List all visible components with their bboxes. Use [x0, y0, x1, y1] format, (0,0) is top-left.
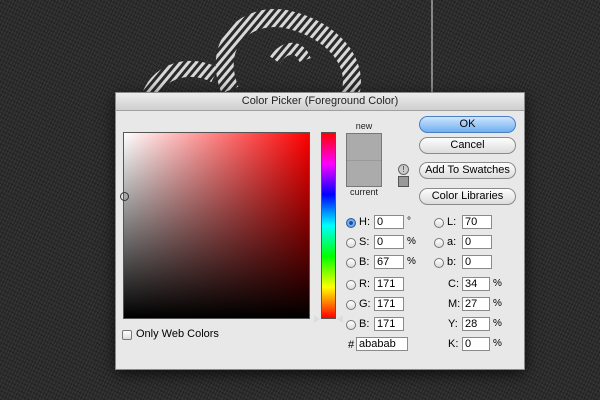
hue-field[interactable]: [374, 215, 404, 229]
current-swatch-label: current: [349, 187, 378, 197]
color-field-marker[interactable]: [120, 192, 129, 201]
magenta-label: M:: [448, 298, 461, 310]
green-radio[interactable]: [346, 300, 356, 310]
lab-b-field[interactable]: [462, 255, 492, 269]
black-field[interactable]: [462, 337, 490, 351]
color-picker-dialog: Color Picker (Foreground Color) new curr…: [115, 92, 525, 370]
saturation-radio[interactable]: [346, 238, 356, 248]
brightness-field[interactable]: [374, 255, 404, 269]
black-unit: %: [493, 338, 502, 349]
gamut-warning-icon[interactable]: !: [398, 164, 409, 175]
green-field[interactable]: [374, 297, 404, 311]
only-web-colors-checkbox[interactable]: [122, 330, 132, 340]
new-color-swatch: [347, 134, 381, 160]
red-label: R:: [359, 278, 370, 290]
lab-a-radio[interactable]: [434, 238, 444, 248]
color-field[interactable]: [120, 132, 310, 319]
cyan-field[interactable]: [462, 277, 490, 291]
saturation-label: S:: [359, 236, 370, 248]
hex-field[interactable]: [356, 337, 408, 351]
brightness-label: B:: [359, 256, 370, 268]
yellow-label: Y:: [448, 318, 458, 330]
black-label: K:: [448, 338, 459, 350]
brightness-radio[interactable]: [346, 258, 356, 268]
green-label: G:: [359, 298, 371, 310]
yellow-field[interactable]: [462, 317, 490, 331]
cyan-unit: %: [493, 278, 502, 289]
dialog-title: Color Picker (Foreground Color): [116, 93, 524, 111]
web-safe-cube-icon[interactable]: [398, 176, 409, 187]
lab-l-label: L:: [447, 216, 457, 228]
saturation-field[interactable]: [374, 235, 404, 249]
lab-a-field[interactable]: [462, 235, 492, 249]
red-field[interactable]: [374, 277, 404, 291]
magenta-unit: %: [493, 298, 502, 309]
lab-l-field[interactable]: [462, 215, 492, 229]
lab-l-radio[interactable]: [434, 218, 444, 228]
ok-button[interactable]: OK: [419, 116, 516, 133]
lab-a-label: a:: [447, 236, 457, 248]
blue-radio[interactable]: [346, 320, 356, 330]
hex-label: #: [348, 339, 355, 351]
blue-field[interactable]: [374, 317, 404, 331]
hue-slider[interactable]: [321, 132, 336, 319]
magenta-field[interactable]: [462, 297, 490, 311]
color-swatch-preview: [346, 133, 382, 187]
lab-b-label: b:: [447, 256, 457, 268]
yellow-unit: %: [493, 318, 502, 329]
hue-radio[interactable]: [346, 218, 356, 228]
hue-unit: °: [407, 216, 411, 227]
hue-label: H:: [359, 216, 370, 228]
blue-label: B:: [359, 318, 370, 330]
add-to-swatches-button[interactable]: Add To Swatches: [419, 162, 516, 179]
hue-slider-left-arrow[interactable]: [314, 315, 320, 323]
brightness-unit: %: [407, 256, 416, 267]
cyan-label: C:: [448, 278, 459, 290]
hue-slider-right-arrow[interactable]: [337, 315, 343, 323]
current-color-swatch[interactable]: [347, 160, 381, 186]
new-swatch-label: new: [355, 121, 373, 131]
lab-b-radio[interactable]: [434, 258, 444, 268]
color-libraries-button[interactable]: Color Libraries: [419, 188, 516, 205]
saturation-unit: %: [407, 236, 416, 247]
only-web-colors-label: Only Web Colors: [136, 328, 219, 340]
red-radio[interactable]: [346, 280, 356, 290]
cancel-button[interactable]: Cancel: [419, 137, 516, 154]
